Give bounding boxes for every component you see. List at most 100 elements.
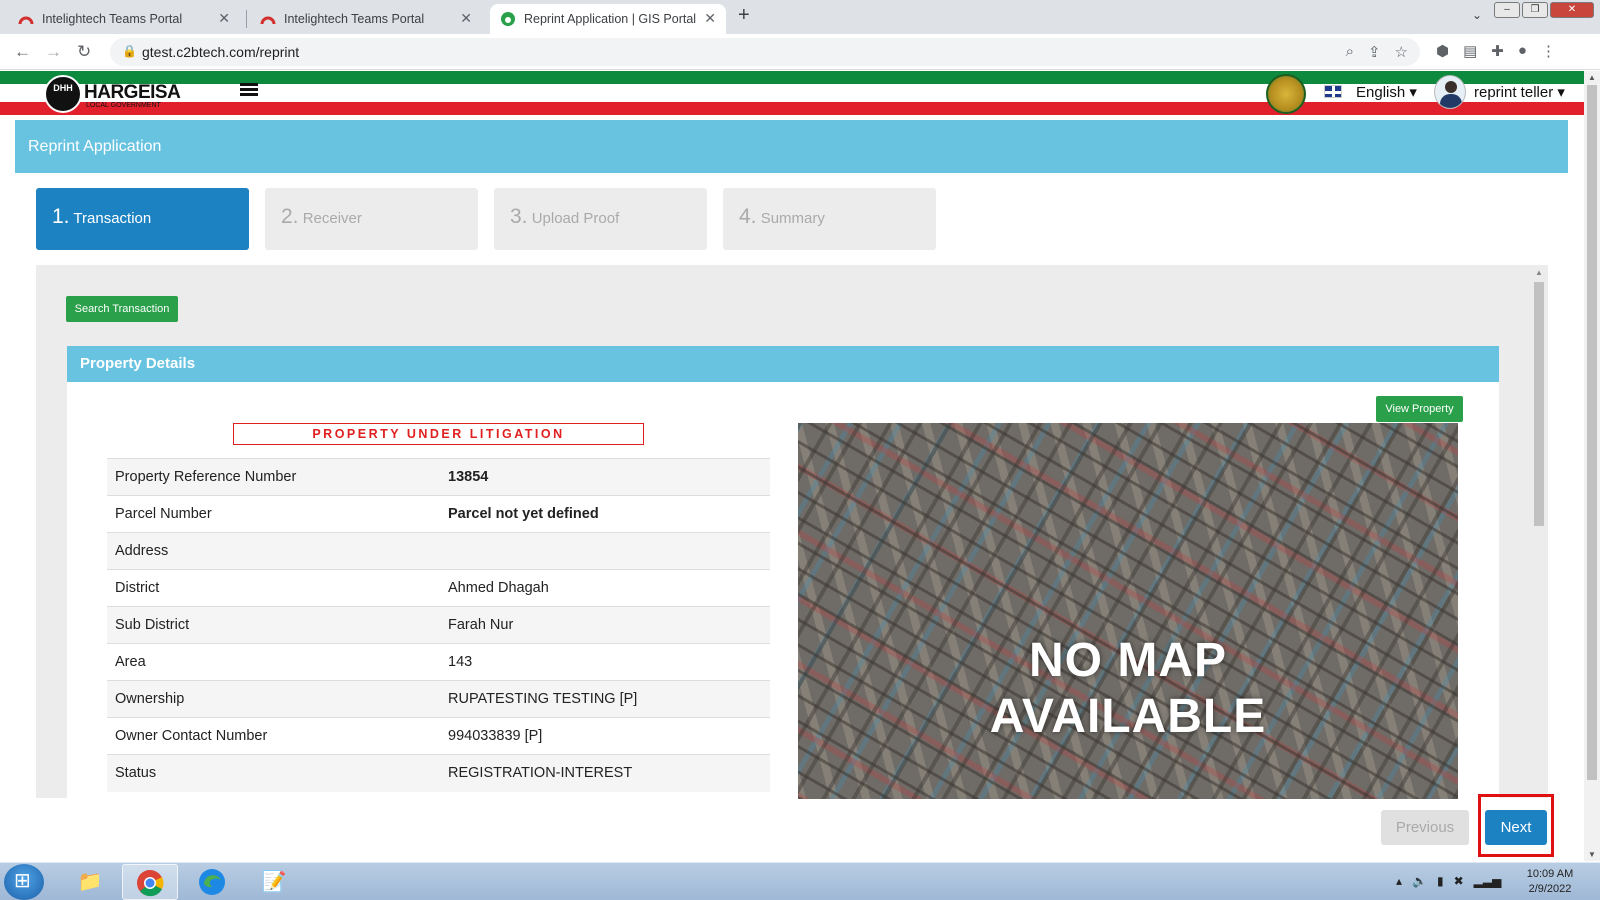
detail-value: 994033839 [P] [448, 728, 543, 744]
address-bar[interactable]: 🔒 gtest.c2btech.com/reprint ⌕ ⇪ ☆ [110, 38, 1420, 66]
tab-divider [246, 10, 247, 28]
lock-icon[interactable]: 🔒 [122, 44, 137, 58]
logo-subtitle: LOCAL GOVERNMENT [86, 102, 161, 109]
bookmark-star-icon[interactable]: ☆ [1395, 43, 1408, 61]
new-tab-icon[interactable]: + [738, 4, 750, 27]
clock-date: 2/9/2022 [1528, 883, 1572, 895]
view-property-button[interactable]: View Property [1376, 396, 1463, 422]
step-number: 4. [739, 205, 757, 228]
language-dropdown[interactable]: English ▾ [1356, 83, 1417, 101]
table-row: Property Reference Number 13854 [107, 458, 770, 496]
signal-icon[interactable]: ▂▃▅ [1474, 874, 1502, 888]
content-scrollbar-thumb[interactable] [1534, 282, 1544, 526]
reload-icon[interactable]: ↻ [77, 42, 91, 62]
taskbar-clock[interactable]: 10:09 AM 2/9/2022 [1520, 867, 1580, 897]
no-map-overlay: NO MAP AVAILABLE [798, 633, 1458, 745]
hamburger-menu-icon[interactable] [240, 83, 258, 97]
detail-value: 13854 [448, 469, 489, 485]
scroll-up-icon[interactable]: ▲ [1588, 73, 1596, 82]
start-button-icon[interactable] [4, 864, 44, 900]
step-receiver[interactable]: 2. Receiver [265, 188, 478, 250]
file-explorer-icon[interactable]: 📁 [62, 864, 118, 900]
step-label: Upload Proof [531, 210, 620, 227]
scroll-up-icon[interactable]: ▲ [1535, 268, 1543, 277]
detail-key: Property Reference Number [115, 469, 297, 485]
extension-shield-icon[interactable]: ⬢ [1436, 42, 1449, 60]
user-name: reprint teller [1474, 84, 1554, 101]
chrome-icon[interactable] [122, 864, 178, 900]
edge-icon[interactable] [184, 864, 240, 900]
next-button-highlight [1478, 794, 1554, 857]
scroll-down-icon[interactable]: ▼ [1588, 850, 1596, 859]
close-tab-icon[interactable]: ✕ [460, 10, 472, 27]
tray-expand-icon[interactable]: ▴ [1396, 874, 1402, 888]
user-avatar[interactable] [1434, 75, 1466, 109]
restore-icon[interactable]: ❐ [1522, 2, 1548, 18]
notepad-icon[interactable]: 📝 [246, 864, 302, 900]
hargeisa-logo[interactable]: DHH HARGEISA LOCAL GOVERNMENT [44, 75, 184, 113]
detail-key: District [115, 580, 160, 596]
previous-button[interactable]: Previous [1381, 810, 1469, 845]
step-label: Transaction [73, 210, 152, 227]
browser-tab-strip: Intelightech Teams Portal ✕ Intelightech… [0, 0, 1600, 34]
detail-key: Area [115, 654, 146, 670]
user-menu[interactable]: reprint teller ▾ [1474, 83, 1565, 101]
browser-tab-2[interactable]: Intelightech Teams Portal ✕ [250, 4, 482, 34]
browser-menu-icon[interactable]: ⋮ [1541, 42, 1556, 60]
back-arrow-icon[interactable]: ← [14, 42, 31, 62]
browser-tab-3[interactable]: Reprint Application | GIS Portal ✕ [490, 4, 726, 34]
page-scrollbar[interactable]: ▲ ▼ [1584, 71, 1600, 861]
detail-key: Sub District [115, 617, 190, 633]
browser-toolbar: ← → ↻ 🔒 gtest.c2btech.com/reprint ⌕ ⇪ ☆ [0, 34, 1600, 70]
page-scrollbar-thumb[interactable] [1587, 85, 1597, 780]
teams-portal-favicon-icon [260, 11, 276, 27]
tab-title: Intelightech Teams Portal [42, 12, 183, 26]
table-row: Parcel Number Parcel not yet defined [107, 495, 770, 533]
network-error-icon[interactable]: ✖ [1454, 874, 1464, 888]
detail-value [440, 533, 770, 570]
panel-title: Reprint Application [15, 120, 1568, 173]
detail-value: RUPATESTING TESTING [P] [448, 691, 638, 707]
close-tab-icon[interactable]: ✕ [704, 10, 716, 27]
step-transaction[interactable]: 1. Transaction [36, 188, 249, 250]
url-text: gtest.c2btech.com/reprint [142, 44, 300, 60]
no-map-line-2: AVAILABLE [989, 690, 1267, 743]
logo-text: HARGEISA [84, 82, 181, 103]
battery-icon[interactable]: ▮ [1437, 874, 1444, 888]
detail-key: Owner Contact Number [115, 728, 268, 744]
detail-key: Address [115, 543, 169, 559]
step-number: 1. [52, 205, 70, 228]
step-upload-proof[interactable]: 3. Upload Proof [494, 188, 707, 250]
table-row: Ownership RUPATESTING TESTING [P] [107, 680, 770, 718]
content-scrollbar[interactable]: ▲ [1532, 268, 1546, 798]
system-tray: ▴ 🔈 ▮ ✖ ▂▃▅ [1396, 874, 1501, 888]
browser-tab-1[interactable]: Intelightech Teams Portal ✕ [8, 4, 240, 34]
table-row: Address [107, 532, 770, 570]
search-transaction-button[interactable]: Search Transaction [66, 296, 178, 322]
window-controls: – ❐ ✕ [1494, 2, 1594, 18]
extension-clipboard-icon[interactable]: ▤ [1463, 42, 1477, 60]
detail-value: Ahmed Dhagah [448, 580, 549, 596]
detail-value: REGISTRATION-INTEREST [448, 765, 633, 782]
zoom-icon[interactable]: ⌕ [1346, 43, 1354, 61]
extensions-puzzle-icon[interactable]: ✚ [1491, 42, 1504, 60]
language-label: English [1356, 84, 1406, 101]
table-row: Status REGISTRATION-INTEREST [107, 754, 770, 792]
step-label: Summary [760, 210, 825, 227]
minimize-icon[interactable]: – [1494, 2, 1520, 18]
uk-flag-icon [1324, 85, 1342, 98]
tab-search-chevron-icon[interactable]: ⌄ [1472, 8, 1482, 22]
share-icon[interactable]: ⇪ [1368, 43, 1381, 61]
window-close-icon[interactable]: ✕ [1550, 2, 1594, 18]
extensions-area: ⬢ ▤ ✚ ● ⋮ [1436, 42, 1556, 60]
app-header: DHH HARGEISA LOCAL GOVERNMENT English ▾ … [0, 71, 1584, 117]
detail-value: Farah Nur [448, 617, 514, 633]
step-summary[interactable]: 4. Summary [723, 188, 936, 250]
teams-portal-favicon-icon [18, 11, 34, 27]
gis-portal-favicon-icon [500, 11, 516, 27]
forward-arrow-icon[interactable]: → [45, 42, 62, 62]
profile-icon[interactable]: ● [1518, 42, 1527, 60]
volume-icon[interactable]: 🔈 [1412, 874, 1427, 888]
close-tab-icon[interactable]: ✕ [218, 10, 230, 27]
header-stripe-red [0, 102, 1584, 115]
